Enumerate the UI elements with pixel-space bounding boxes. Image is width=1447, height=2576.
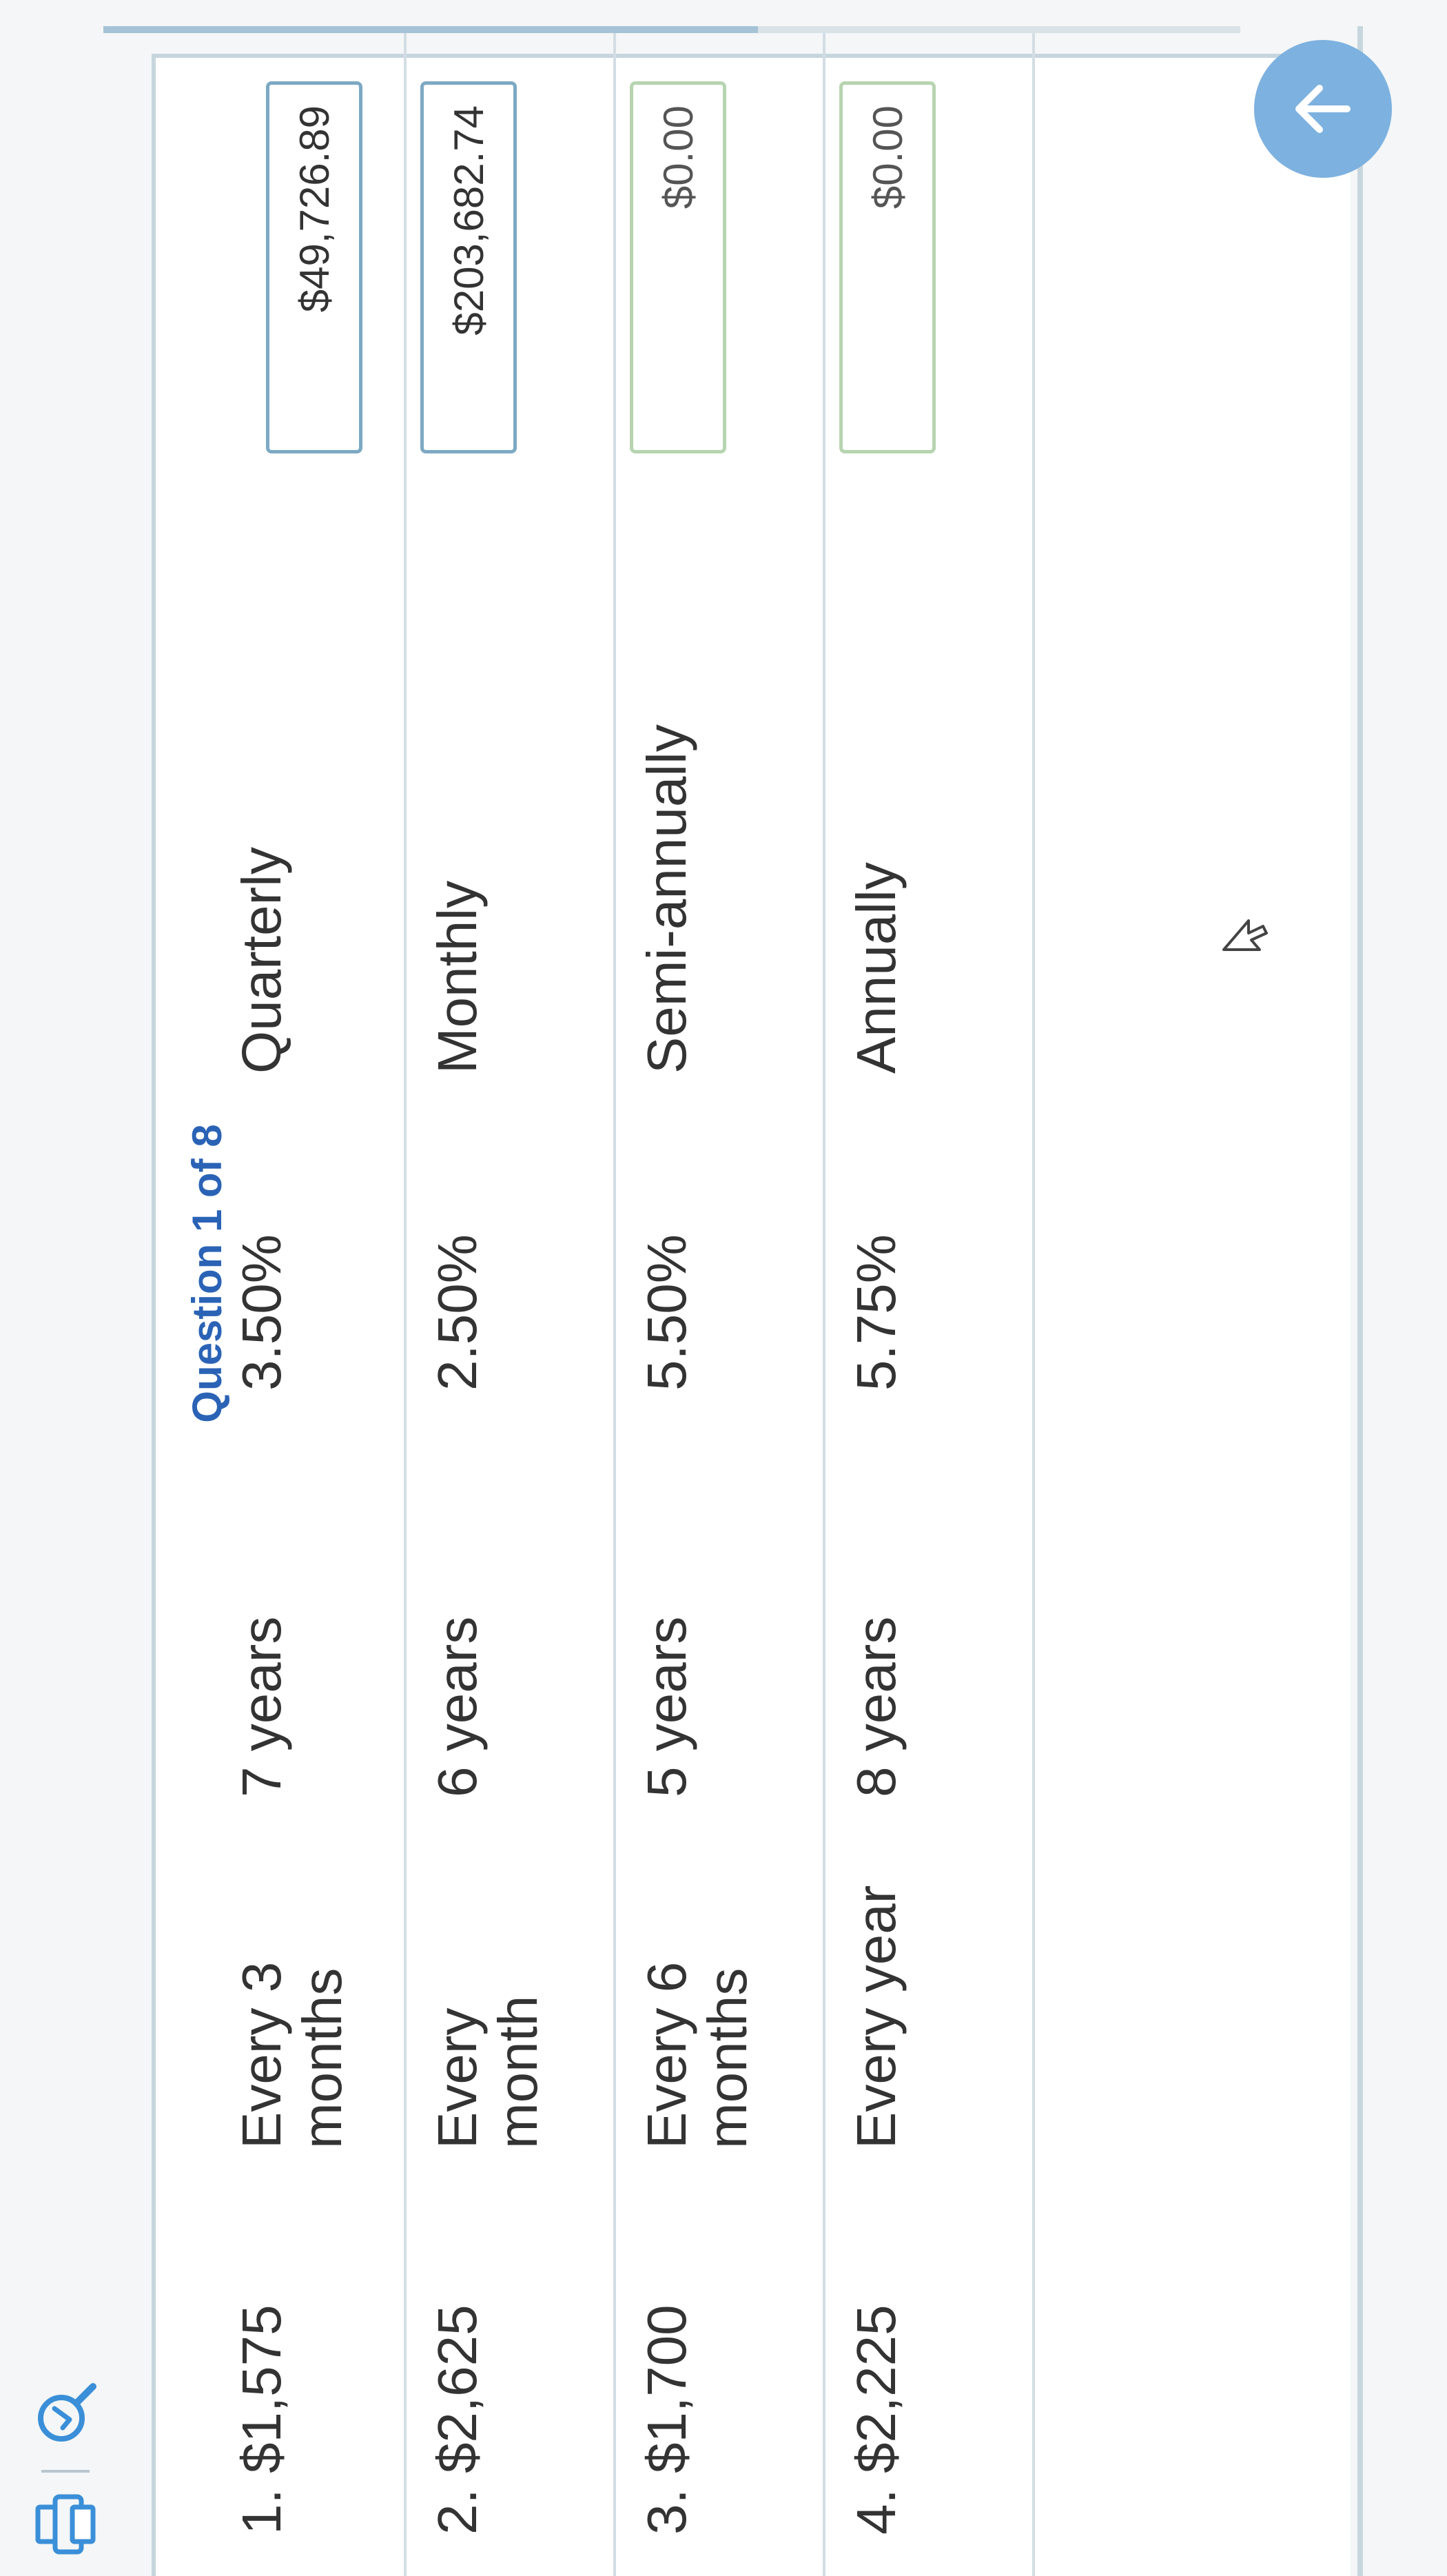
- arrow-up-icon: [1295, 85, 1351, 133]
- zoom-icon[interactable]: [28, 2376, 103, 2452]
- principal-cell: 4. $2,225: [845, 2304, 907, 2535]
- frequency-cell: Every year: [845, 1885, 907, 2149]
- principal-cell: 1. $1,575: [231, 2304, 292, 2535]
- next-button[interactable]: [1254, 40, 1392, 178]
- table-row: 4. $2,225 Every year 8 years 5.75% Annua…: [825, 26, 1035, 2576]
- term-cell: 6 years: [427, 1616, 488, 1797]
- question-card: Question 1 of 8 1. $1,575 Every 3 months…: [152, 26, 1351, 2576]
- printer-icon[interactable]: [28, 2486, 103, 2562]
- frequency-cell: Every month: [427, 1995, 548, 2149]
- rate-cell: 5.75%: [845, 1234, 907, 1391]
- answer-field[interactable]: $0.00: [839, 81, 936, 453]
- compounding-cell: Semi-annually: [636, 724, 697, 1074]
- toolbar-divider: [41, 2470, 90, 2473]
- answer-field[interactable]: $203,682.74: [420, 81, 517, 453]
- frequency-cell: Every 6 months: [636, 1961, 758, 2149]
- compounding-cell: Annually: [845, 862, 907, 1074]
- scrollbar[interactable]: [103, 26, 1240, 33]
- compounding-cell: Quarterly: [231, 847, 292, 1074]
- principal-cell: 3. $1,700: [636, 2304, 697, 2535]
- problem-table: 1. $1,575 Every 3 months 7 years 3.50% Q…: [231, 26, 1035, 2576]
- rate-cell: 3.50%: [231, 1234, 292, 1391]
- term-cell: 8 years: [845, 1616, 907, 1797]
- term-cell: 5 years: [636, 1616, 697, 1797]
- principal-cell: 2. $2,625: [427, 2304, 488, 2535]
- compounding-cell: Monthly: [427, 880, 488, 1074]
- table-row: 2. $2,625 Every month 6 years 2.50% Mont…: [407, 26, 616, 2576]
- term-cell: 7 years: [231, 1616, 292, 1797]
- question-counter: Question 1 of 8: [184, 1124, 230, 1423]
- scrollbar-thumb[interactable]: [103, 26, 758, 33]
- divider: [1357, 26, 1363, 2576]
- rate-cell: 2.50%: [427, 1234, 488, 1391]
- app-view: Question 1 of 8 1. $1,575 Every 3 months…: [0, 0, 1447, 2576]
- table-row: 3. $1,700 Every 6 months 5 years 5.50% S…: [616, 26, 825, 2576]
- rate-cell: 5.50%: [636, 1234, 697, 1391]
- answer-field[interactable]: $49,726.89: [266, 81, 362, 453]
- frequency-cell: Every 3 months: [231, 1961, 353, 2149]
- table-row: 1. $1,575 Every 3 months 7 years 3.50% Q…: [231, 26, 407, 2576]
- toolbar: [0, 0, 138, 2576]
- answer-field[interactable]: $0.00: [630, 81, 726, 453]
- mouse-cursor-icon: [1217, 901, 1272, 957]
